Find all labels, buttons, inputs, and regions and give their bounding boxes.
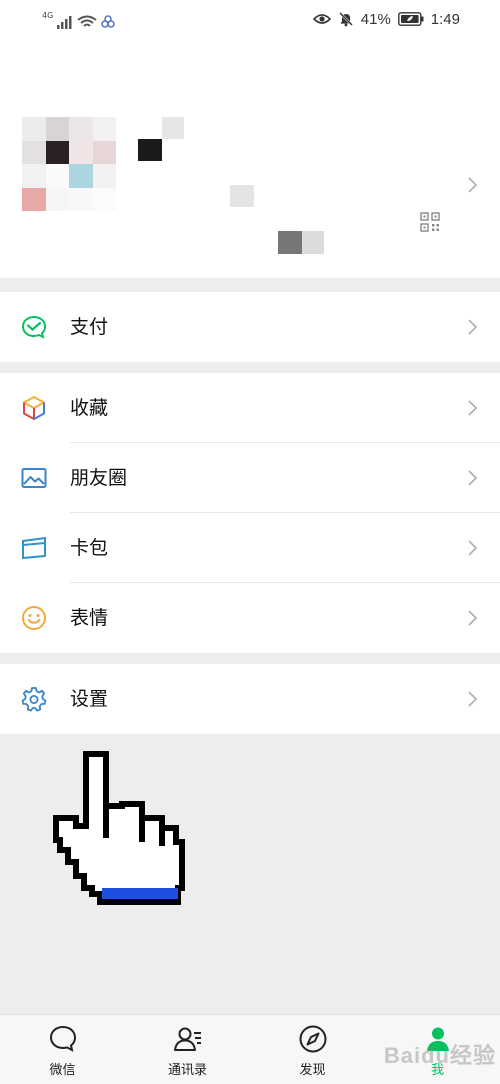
status-left: 4G [42,9,116,29]
wechat-id-pixel-block-2 [302,231,324,254]
contacts-icon [173,1027,201,1051]
wifi-icon [77,15,97,27]
chevron-right-icon [466,691,478,707]
mute-bell-icon [338,12,353,27]
status-right: 41% 1:49 [312,9,460,29]
watermark: Baidu经验 [383,1043,496,1068]
cloud-sync-icon [101,15,116,28]
chevron-right-icon [466,610,478,626]
menu-item-stickers[interactable]: 表情 [0,583,500,653]
name-pixel-block-1 [162,117,184,139]
menu-label-settings: 设置 [70,688,109,710]
tab-label: 发现 [299,1063,326,1078]
gear-icon [21,687,47,712]
avatar[interactable] [22,117,116,211]
tab-chats[interactable]: 微信 [0,1015,125,1084]
menu-item-cards[interactable]: 卡包 [0,513,500,583]
image-icon [21,468,47,488]
eye-icon [312,14,331,24]
chevron-right-icon[interactable] [466,177,478,193]
chevron-right-icon [466,540,478,556]
status-bar: 4G 41% 1:49 [0,0,500,38]
compass-icon [299,1025,326,1053]
bottom-tab-bar: 微信 通讯录 发现 我 Baidu经验 [0,1014,500,1084]
chevron-right-icon [466,400,478,416]
wechat-id-pixel-block-1 [278,231,302,254]
clock: 1:49 [430,10,460,28]
menu-label-pay: 支付 [70,316,109,338]
network-type: 4G [42,11,54,20]
name-pixel-block-3 [230,185,254,207]
hand-pointer-cursor-icon [53,751,185,905]
menu-group-pay: 支付 [0,292,500,362]
battery-percent: 41% [360,10,391,28]
menu-label-stickers: 表情 [70,607,109,629]
menu-label-cards: 卡包 [70,537,109,559]
chevron-right-icon [466,470,478,486]
menu-group-settings: 设置 [0,664,500,734]
cube-icon [23,396,45,420]
profile-header[interactable] [0,38,500,278]
wechat-pay-icon [21,315,47,339]
tab-label: 通讯录 [167,1063,207,1078]
menu-group-main: 收藏 朋友圈 卡包 表情 [0,373,500,653]
name-pixel-block-2 [138,139,162,161]
menu-item-moments[interactable]: 朋友圈 [0,443,500,513]
qr-code-icon[interactable] [420,212,440,232]
card-icon [22,537,46,559]
menu-label-favorites: 收藏 [70,397,109,419]
tab-contacts[interactable]: 通讯录 [125,1015,250,1084]
signal-icon [57,16,72,29]
menu-item-pay[interactable]: 支付 [0,292,500,362]
menu-label-moments: 朋友圈 [70,467,128,489]
chat-bubble-icon [49,1025,76,1052]
menu-item-settings[interactable]: 设置 [0,664,500,734]
tab-label: 微信 [49,1063,76,1078]
menu-item-favorites[interactable]: 收藏 [0,373,500,443]
battery-icon [397,12,424,26]
chevron-right-icon [466,319,478,335]
smile-icon [22,606,46,630]
tab-discover[interactable]: 发现 [250,1015,375,1084]
